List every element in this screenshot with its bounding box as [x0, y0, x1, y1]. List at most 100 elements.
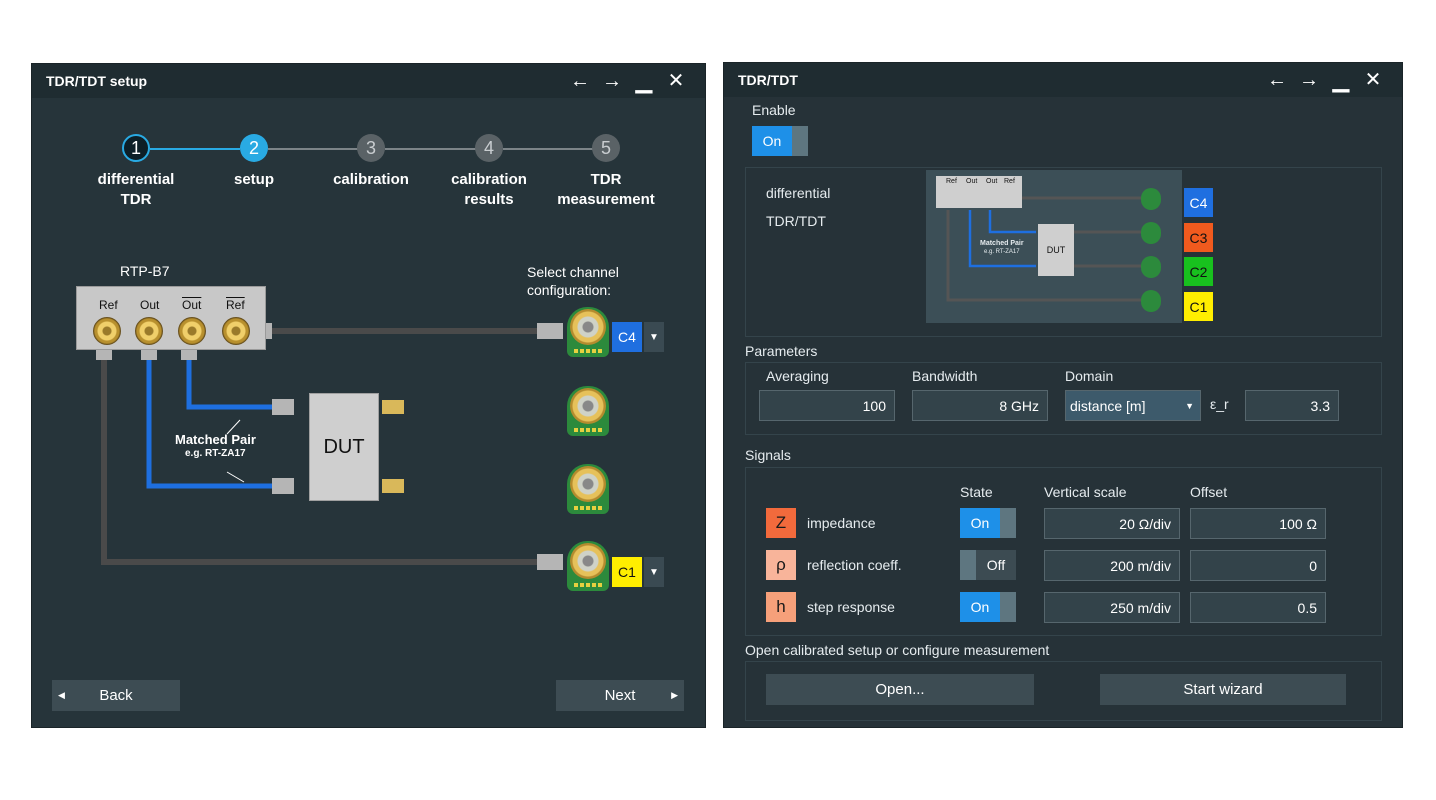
toggle-knob: [960, 550, 976, 580]
toggle-state: On: [752, 126, 792, 156]
signal-name: impedance: [807, 515, 876, 531]
chevron-down-icon[interactable]: ▼: [644, 322, 664, 352]
channel-connector-c4[interactable]: [567, 307, 609, 357]
arrow-right-icon[interactable]: →: [1298, 69, 1320, 91]
back-label: Back: [99, 687, 133, 704]
plug: [537, 554, 563, 570]
impedance-vscale-input[interactable]: 20 Ω/div: [1044, 508, 1180, 539]
mini-port-label: Out: [986, 178, 998, 185]
impedance-offset-input[interactable]: 100 Ω: [1190, 508, 1326, 539]
close-icon[interactable]: ✕: [1362, 69, 1384, 91]
impedance-state-toggle[interactable]: On: [960, 508, 1016, 538]
bandwidth-input[interactable]: 8 GHz: [912, 390, 1048, 421]
mini-matched-sub: e.g. RT-ZA17: [984, 249, 1020, 255]
reflection-state-toggle[interactable]: Off: [960, 550, 1016, 580]
toggle-state: On: [960, 508, 1000, 538]
offset-header: Offset: [1190, 484, 1228, 500]
mini-channel-connector: [1141, 222, 1161, 244]
chevron-down-icon[interactable]: ▼: [644, 557, 664, 587]
plug: [537, 323, 563, 339]
impedance-icon: Z: [766, 508, 796, 538]
reflection-icon: ρ: [766, 550, 796, 580]
connector-icon: [178, 317, 206, 345]
step-response-state-toggle[interactable]: On: [960, 592, 1016, 622]
domain-select[interactable]: distance [m] ▼: [1065, 390, 1201, 421]
select-channel-label: Select channel configuration:: [527, 264, 619, 298]
vertical-scale-header: Vertical scale: [1044, 484, 1127, 500]
reflection-vscale-input[interactable]: 200 m/div: [1044, 550, 1180, 581]
chevron-down-icon: ▼: [1185, 400, 1194, 411]
parameters-heading: Parameters: [745, 343, 818, 359]
start-wizard-button[interactable]: Start wizard: [1100, 674, 1346, 705]
dut-port: [382, 479, 404, 493]
tdr-tdt-window: TDR/TDT ← → ▁ ✕ Enable On differential T…: [723, 62, 1403, 728]
channel-connector-c3[interactable]: [567, 386, 609, 436]
matched-pair-label: Matched Pair: [175, 432, 256, 447]
open-button[interactable]: Open...: [766, 674, 1034, 705]
mini-port-label: Out: [966, 178, 978, 185]
device-label: RTP-B7: [120, 263, 170, 279]
mini-wiring-diagram: Ref Out Out Ref Matched Pair e.g. RT-ZA1…: [926, 170, 1182, 323]
triangle-right-icon: ▶: [671, 690, 678, 700]
matched-pair-sublabel: e.g. RT-ZA17: [185, 448, 246, 459]
next-button[interactable]: Next ▶: [556, 680, 684, 711]
step-response-vscale-input[interactable]: 250 m/div: [1044, 592, 1180, 623]
triangle-left-icon: ◀: [58, 690, 65, 700]
back-button[interactable]: ◀ Back: [52, 680, 180, 711]
mini-badge-c2: C2: [1184, 257, 1213, 286]
mini-channel-connector: [1141, 188, 1161, 210]
leader-line: [226, 471, 245, 483]
matched-pair-cable-a: [146, 354, 272, 489]
epsilon-input[interactable]: 3.3: [1245, 390, 1339, 421]
port-label: Ref: [226, 298, 245, 312]
channel-connector-c1[interactable]: [567, 541, 609, 591]
connector-icon: [222, 317, 250, 345]
mini-channel-connector: [1141, 256, 1161, 278]
toggle-knob: [1000, 592, 1016, 622]
toggle-state: Off: [976, 550, 1016, 580]
step-response-offset-input[interactable]: 0.5: [1190, 592, 1326, 623]
port-label: Ref: [99, 298, 118, 312]
mini-port-label: Ref: [1004, 178, 1015, 185]
epsilon-label: ε_r: [1210, 396, 1229, 412]
mini-dut-box: DUT: [1038, 224, 1074, 276]
mini-matched-pair: Matched Pair: [980, 240, 1024, 247]
minimize-icon[interactable]: ▁: [1330, 69, 1352, 91]
enable-label: Enable: [752, 102, 796, 118]
connector-icon: [93, 317, 121, 345]
port-label: Out: [182, 298, 202, 312]
averaging-input[interactable]: 100: [759, 390, 895, 421]
reflection-offset-input[interactable]: 0: [1190, 550, 1326, 581]
dut-port: [382, 400, 404, 414]
toggle-state: On: [960, 592, 1000, 622]
toggle-knob: [792, 126, 808, 156]
matched-pair-cable-b: [186, 354, 272, 410]
domain-value: distance [m]: [1070, 397, 1146, 414]
channel-badge-c4: C4: [612, 322, 642, 352]
connector-icon: [135, 317, 163, 345]
toggle-knob: [1000, 508, 1016, 538]
diagram-title-2: TDR/TDT: [766, 213, 826, 229]
channel-badge-c1: C1: [612, 557, 642, 587]
dut-box: DUT: [309, 393, 379, 501]
rtp-b7-device: Ref Out Out Ref: [76, 286, 266, 350]
port-label: Out: [140, 298, 160, 312]
mini-port-label: Ref: [946, 178, 957, 185]
state-header: State: [960, 484, 993, 500]
bandwidth-label: Bandwidth: [912, 368, 978, 384]
domain-label: Domain: [1065, 368, 1114, 384]
mini-device: Ref Out Out Ref: [936, 176, 1022, 208]
step-response-icon: h: [766, 592, 796, 622]
enable-toggle[interactable]: On: [752, 126, 808, 156]
plug: [272, 399, 294, 415]
signal-name: reflection coeff.: [807, 557, 902, 573]
channel-connector-c2[interactable]: [567, 464, 609, 514]
signals-heading: Signals: [745, 447, 791, 463]
mini-badge-c4: C4: [1184, 188, 1213, 217]
arrow-left-icon[interactable]: ←: [1266, 69, 1288, 91]
next-label: Next: [604, 687, 636, 704]
averaging-label: Averaging: [766, 368, 829, 384]
open-section-heading: Open calibrated setup or configure measu…: [745, 642, 1050, 658]
mini-badge-c1: C1: [1184, 292, 1213, 321]
mini-channel-connector: [1141, 290, 1161, 312]
